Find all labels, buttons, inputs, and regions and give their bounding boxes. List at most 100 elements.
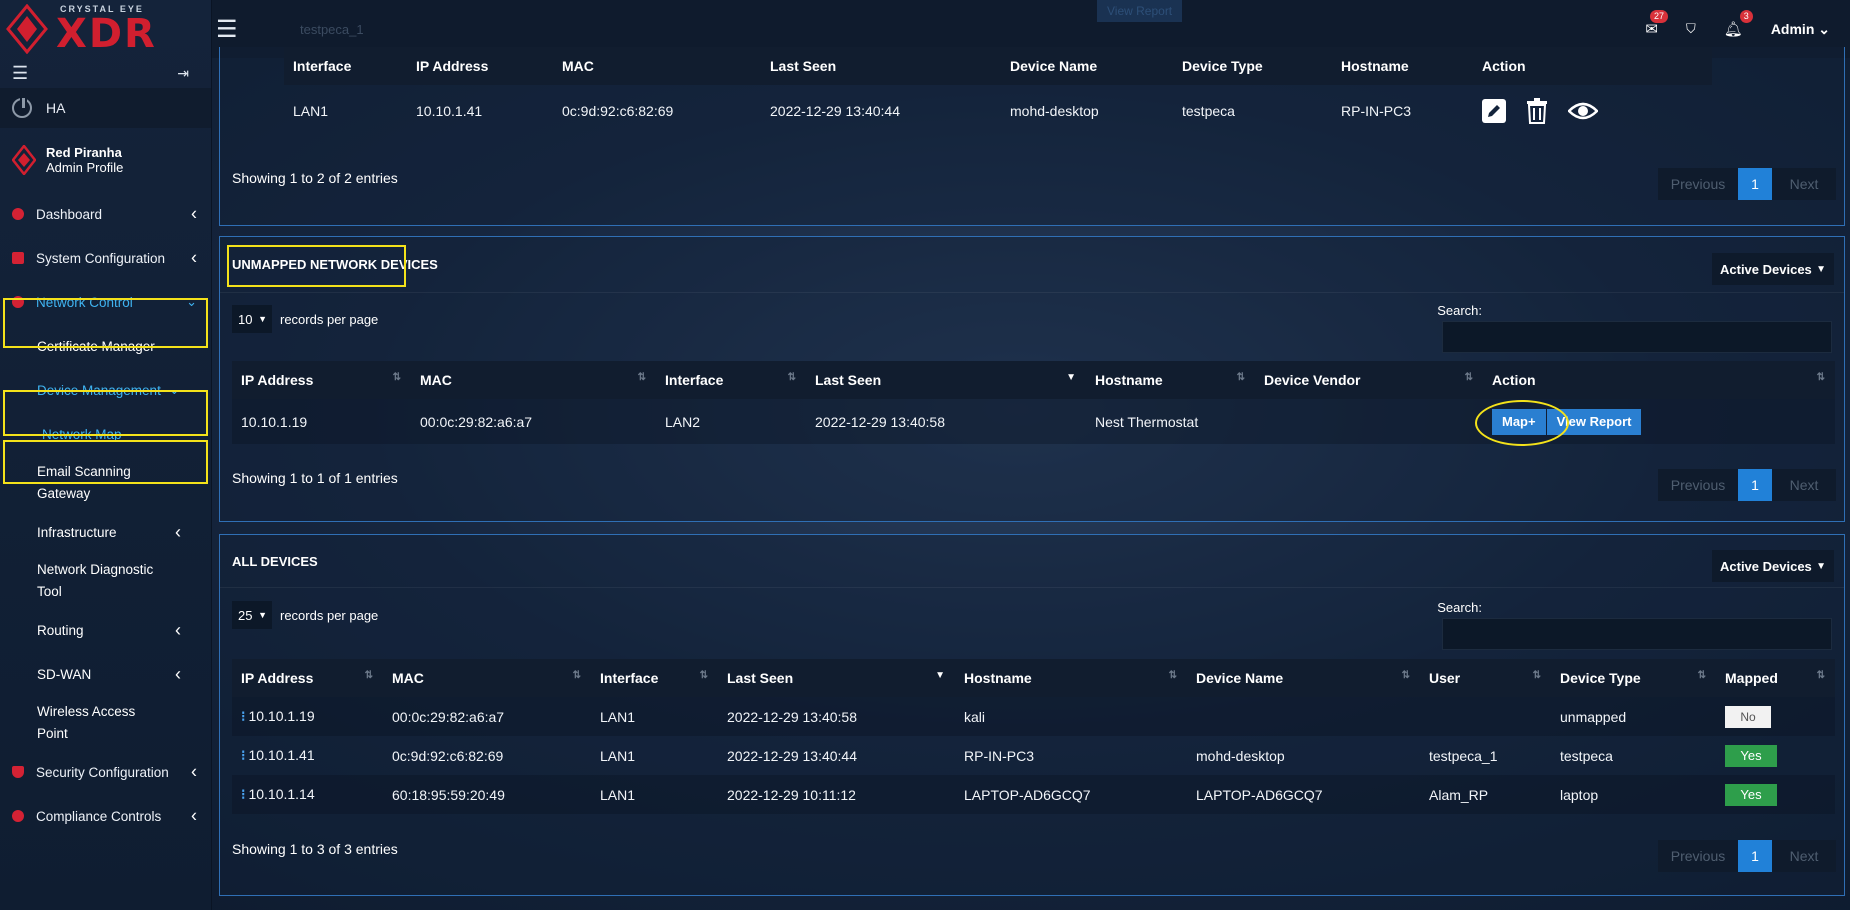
highlight-network-map xyxy=(3,440,208,484)
table-row[interactable]: ⁝ 10.10.1.19 00:0c:29:82:a6:a7 LAN1 2022-… xyxy=(232,697,1835,736)
filter-value: Active Devices xyxy=(1720,558,1812,574)
table-header-row: IP Address ⇅ MAC ⇅ Interface ⇅ Last Seen ▼ H… xyxy=(232,659,1835,697)
records-per-page-select[interactable]: 25 ▼ xyxy=(232,601,272,629)
col-hostname[interactable]: Hostname ⇅ xyxy=(955,659,1187,697)
col-ip-address[interactable]: IP Address ⇅ xyxy=(232,659,383,697)
highlight-device-management xyxy=(3,390,208,436)
previous-button[interactable]: Previous xyxy=(1658,469,1738,501)
next-button[interactable]: Next xyxy=(1772,840,1836,872)
sort-icon: ⇅ xyxy=(637,372,646,383)
row-menu-icon[interactable]: ⁝ xyxy=(241,786,245,802)
previous-button[interactable]: Previous xyxy=(1658,840,1738,872)
nav-routing[interactable]: Routing ‹ xyxy=(0,608,211,652)
power-icon xyxy=(12,96,32,118)
nav-wireless-access-point[interactable]: Wireless Access Point xyxy=(0,696,211,750)
unmapped-pagination: Previous 1 Next xyxy=(1658,469,1836,501)
col-mac[interactable]: MAC ⇅ xyxy=(411,361,656,399)
nav-label: Tool xyxy=(37,584,62,599)
cell: kali xyxy=(955,697,1187,736)
col-label: Last Seen xyxy=(815,372,882,388)
col-mac[interactable]: MAC xyxy=(553,47,761,85)
next-button[interactable]: Next xyxy=(1772,469,1836,501)
row-menu-icon[interactable]: ⁝ xyxy=(241,747,245,763)
unmapped-table: IP Address ⇅ MAC ⇅ Interface ⇅ Last Seen ▼ H… xyxy=(232,361,1835,444)
chevron-left-icon: ‹ xyxy=(175,663,181,684)
admin-menu[interactable]: Admin ⌄ xyxy=(1771,21,1830,38)
col-last-seen[interactable]: Last Seen ▼ xyxy=(718,659,955,697)
cell: testpeca xyxy=(1182,103,1235,119)
cell: ⁝ 10.10.1.14 xyxy=(232,775,383,814)
nav-compliance-controls[interactable]: Compliance Controls ‹ xyxy=(0,794,211,838)
previous-button[interactable]: Previous xyxy=(1658,168,1738,200)
col-interface[interactable]: Interface ⇅ xyxy=(656,361,806,399)
col-last-seen[interactable]: Last Seen ▼ xyxy=(806,361,1086,399)
page-1-button[interactable]: 1 xyxy=(1738,469,1772,501)
all-devices-filter-dropdown[interactable]: Active Devices ▼ xyxy=(1712,550,1834,582)
mapped-badge-yes: Yes xyxy=(1725,744,1777,767)
rpp-label: records per page xyxy=(280,311,379,327)
col-hostname[interactable]: Hostname ⇅ xyxy=(1086,361,1255,399)
action-cell xyxy=(1473,85,1712,137)
unmapped-filter-dropdown[interactable]: Active Devices ▼ xyxy=(1712,253,1834,285)
nav-network-diagnostic-tool[interactable]: Network Diagnostic Tool xyxy=(0,554,211,608)
cell xyxy=(1420,697,1551,736)
ha-label: HA xyxy=(46,100,66,116)
col-label: User xyxy=(1429,670,1461,686)
shield-icon[interactable]: ⛉ xyxy=(1686,21,1696,37)
cell: Alam_RP xyxy=(1420,775,1551,814)
mapped-devices-panel: Interface IP Address MAC Last Seen Devic… xyxy=(219,47,1845,226)
col-action[interactable]: Action ⇅ xyxy=(1483,361,1835,399)
cell: 00:0c:29:82:a6:a7 xyxy=(411,399,656,444)
nav-dashboard[interactable]: Dashboard ‹ xyxy=(0,192,211,236)
logout-icon[interactable]: ⇥ xyxy=(177,65,189,82)
col-device-type[interactable]: Device Type xyxy=(1173,47,1332,85)
col-last-seen[interactable]: Last Seen xyxy=(761,47,1001,85)
col-user[interactable]: User ⇅ xyxy=(1420,659,1551,697)
col-ip-address[interactable]: IP Address xyxy=(407,47,553,85)
unmapped-panel-header: UNMAPPED NETWORK DEVICES Active Devices … xyxy=(220,237,1844,293)
brand-logo[interactable]: CRYSTAL EYE XDR xyxy=(0,0,211,58)
nav-infrastructure[interactable]: Infrastructure ‹ xyxy=(0,510,211,554)
eye-icon[interactable] xyxy=(1567,101,1598,121)
col-mac[interactable]: MAC ⇅ xyxy=(383,659,591,697)
next-button[interactable]: Next xyxy=(1772,168,1836,200)
sort-icon: ⇅ xyxy=(787,372,796,383)
page-1-button[interactable]: 1 xyxy=(1738,840,1772,872)
col-interface[interactable]: Interface ⇅ xyxy=(591,659,718,697)
highlight-unmapped-title xyxy=(227,245,406,287)
admin-label: Admin xyxy=(1770,20,1815,37)
hamburger-icon[interactable]: ☰ xyxy=(216,15,260,44)
col-mapped[interactable]: Mapped ⇅ xyxy=(1716,659,1835,697)
ha-status[interactable]: HA xyxy=(0,88,211,128)
records-per-page-select[interactable]: 10 ▼ xyxy=(232,305,272,333)
col-device-vendor[interactable]: Device Vendor ⇅ xyxy=(1255,361,1483,399)
col-device-type[interactable]: Device Type ⇅ xyxy=(1551,659,1716,697)
nav-security-configuration[interactable]: Security Configuration ‹ xyxy=(0,750,211,794)
table-row[interactable]: ⁝ 10.10.1.14 60:18:95:59:20:49 LAN1 2022-… xyxy=(232,775,1835,814)
cell: Yes xyxy=(1716,736,1835,775)
col-interface[interactable]: Interface xyxy=(284,47,407,85)
unmapped-search-input[interactable] xyxy=(1442,321,1832,353)
page-1-button[interactable]: 1 xyxy=(1738,168,1772,200)
bell-icon[interactable]: 🔔︎ 3 xyxy=(1724,10,1753,38)
all-devices-search-input[interactable] xyxy=(1442,618,1832,650)
trash-icon[interactable] xyxy=(1526,98,1548,124)
menu-icon[interactable]: ☰ xyxy=(12,63,28,84)
nav-system-configuration[interactable]: System Configuration ‹ xyxy=(0,236,211,280)
col-device-name[interactable]: Device Name xyxy=(1001,47,1173,85)
table-row[interactable]: ⁝ 10.10.1.41 0c:9d:92:c6:82:69 LAN1 2022-… xyxy=(232,736,1835,775)
edit-icon[interactable] xyxy=(1482,99,1506,123)
col-device-name[interactable]: Device Name ⇅ xyxy=(1187,659,1420,697)
nav-sdwan[interactable]: SD-WAN ‹ xyxy=(0,652,211,696)
col-label: Device Name xyxy=(1196,670,1284,686)
mail-icon[interactable]: ✉ 27 xyxy=(1645,10,1668,38)
chevron-left-icon: ‹ xyxy=(175,521,181,542)
col-label: Action xyxy=(1492,372,1536,388)
cell: LAN1 xyxy=(293,103,329,119)
col-ip-address[interactable]: IP Address ⇅ xyxy=(232,361,411,399)
cell: LAN2 xyxy=(656,399,806,444)
profile-card[interactable]: Red Piranha Admin Profile xyxy=(0,128,211,192)
cell: laptop xyxy=(1551,775,1716,814)
col-hostname[interactable]: Hostname xyxy=(1332,47,1473,85)
row-menu-icon[interactable]: ⁝ xyxy=(241,708,245,724)
